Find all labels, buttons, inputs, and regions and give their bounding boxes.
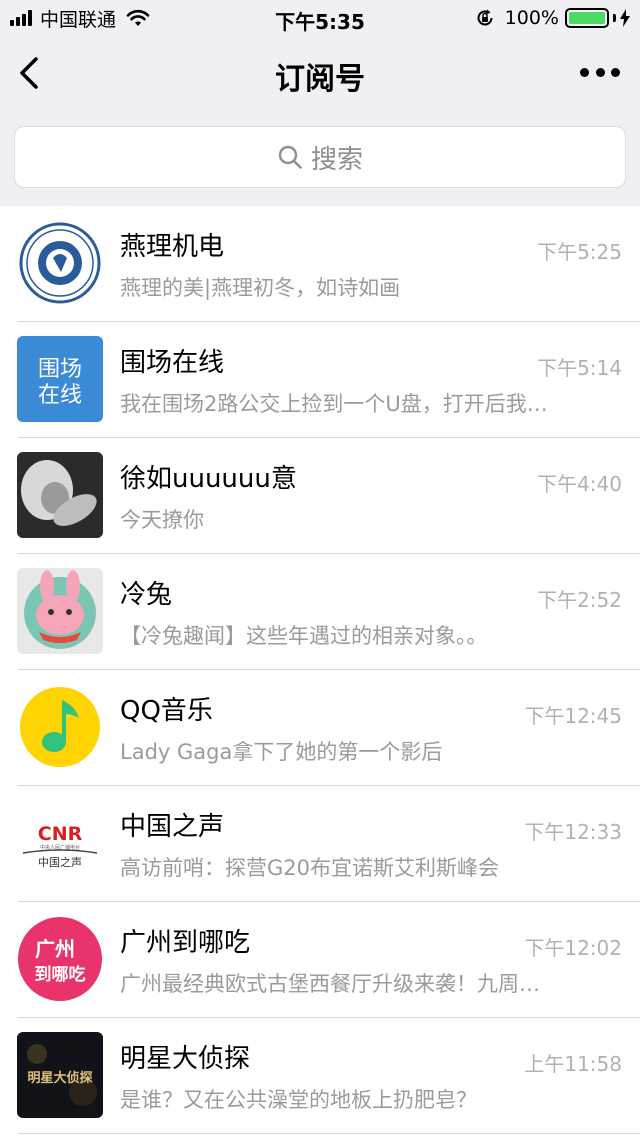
guangzhou-logo-icon: 广州 到哪吃 — [17, 916, 103, 1002]
status-bar: 中国联通 下午5:35 100% — [0, 0, 640, 36]
list-item[interactable]: 围场 在线 围场在线 下午5:14 我在围场2路公交上捡到一个U盘，打开后我… — [0, 322, 640, 438]
charging-bolt-icon — [620, 9, 630, 27]
account-name: 明星大侦探 — [120, 1044, 251, 1074]
search-input[interactable]: 搜索 — [14, 126, 626, 188]
rabbit-avatar-icon — [17, 568, 103, 654]
account-name: 冷兔 — [120, 580, 173, 610]
avatar-text: CNR — [38, 823, 83, 845]
message-preview: Lady Gaga拿下了她的第一个影后 — [120, 740, 443, 764]
search-placeholder: 搜索 — [310, 144, 363, 175]
search-icon — [278, 145, 302, 169]
list-item[interactable]: 燕理机电 下午5:25 燕理的美|燕理初冬，如诗如画 — [0, 206, 640, 322]
list-item[interactable]: 徐如uuuuuu意 下午4:40 今天撩你 — [0, 438, 640, 554]
message-preview: 【冷兔趣闻】这些年遇过的相亲对象。。 — [120, 624, 488, 648]
search-area: 搜索 — [0, 110, 640, 206]
show-poster-avatar-icon: 明星大侦探 — [17, 1032, 103, 1118]
status-right: 100% — [475, 6, 630, 30]
message-preview: 今天撩你 — [120, 508, 204, 532]
battery-icon — [565, 8, 609, 28]
battery-percent: 100% — [504, 7, 559, 29]
navigation-bar: 订阅号 — [0, 36, 640, 110]
account-name: 中国之声 — [120, 812, 225, 842]
music-note-logo-icon — [17, 684, 103, 770]
avatar-text: 广州 — [35, 937, 75, 961]
account-name: 徐如uuuuuu意 — [120, 464, 297, 494]
message-time: 下午12:45 — [524, 704, 622, 728]
page-title: 订阅号 — [275, 62, 365, 97]
gear-emblem-logo-icon — [17, 220, 103, 306]
message-time: 下午12:02 — [524, 936, 622, 960]
avatar-text: 明星大侦探 — [27, 1070, 92, 1086]
account-name: QQ音乐 — [120, 696, 213, 726]
message-time: 下午12:33 — [524, 820, 622, 844]
message-time: 上午11:58 — [524, 1052, 622, 1076]
cnr-logo-icon: CNR 中央人民广播电台 中国之声 — [17, 800, 103, 886]
avatar-text: 围场 — [38, 357, 82, 382]
battery-cap — [613, 14, 616, 22]
avatar-text: 在线 — [38, 383, 82, 408]
list-item[interactable]: QQ音乐 下午12:45 Lady Gaga拿下了她的第一个影后 — [0, 670, 640, 786]
message-time: 下午5:25 — [537, 240, 622, 264]
weichang-logo-icon: 围场 在线 — [17, 336, 103, 422]
photo-avatar-icon — [17, 452, 103, 538]
message-preview: 我在围场2路公交上捡到一个U盘，打开后我… — [120, 392, 548, 416]
message-time: 下午2:52 — [537, 588, 622, 612]
message-preview: 燕理的美|燕理初冬，如诗如画 — [120, 276, 401, 300]
message-preview: 广州最经典欧式古堡西餐厅升级来袭！九周… — [120, 972, 540, 996]
more-options-icon[interactable] — [580, 62, 620, 82]
list-item[interactable]: 明星大侦探 明星大侦探 上午11:58 是谁？又在公共澡堂的地板上扔肥皂？ — [0, 1018, 640, 1134]
avatar-text: 到哪吃 — [35, 964, 86, 985]
subscription-list: 燕理机电 下午5:25 燕理的美|燕理初冬，如诗如画 围场 在线 围场在线 下午… — [0, 206, 640, 1134]
list-item[interactable]: 冷兔 下午2:52 【冷兔趣闻】这些年遇过的相亲对象。。 — [0, 554, 640, 670]
message-time: 下午5:14 — [537, 356, 622, 380]
list-item[interactable]: 广州 到哪吃 广州到哪吃 下午12:02 广州最经典欧式古堡西餐厅升级来袭！九周… — [0, 902, 640, 1018]
message-preview: 高访前哨：探营G20布宜诺斯艾利斯峰会 — [120, 856, 499, 880]
message-time: 下午4:40 — [537, 472, 622, 496]
message-preview: 是谁？又在公共澡堂的地板上扔肥皂？ — [120, 1088, 477, 1112]
account-name: 围场在线 — [120, 348, 225, 378]
account-name: 燕理机电 — [120, 232, 225, 262]
avatar-text: 中国之声 — [38, 855, 82, 869]
rotation-lock-icon — [477, 9, 493, 26]
list-item[interactable]: CNR 中央人民广播电台 中国之声 中国之声 下午12:33 高访前哨：探营G2… — [0, 786, 640, 902]
account-name: 广州到哪吃 — [120, 928, 251, 958]
